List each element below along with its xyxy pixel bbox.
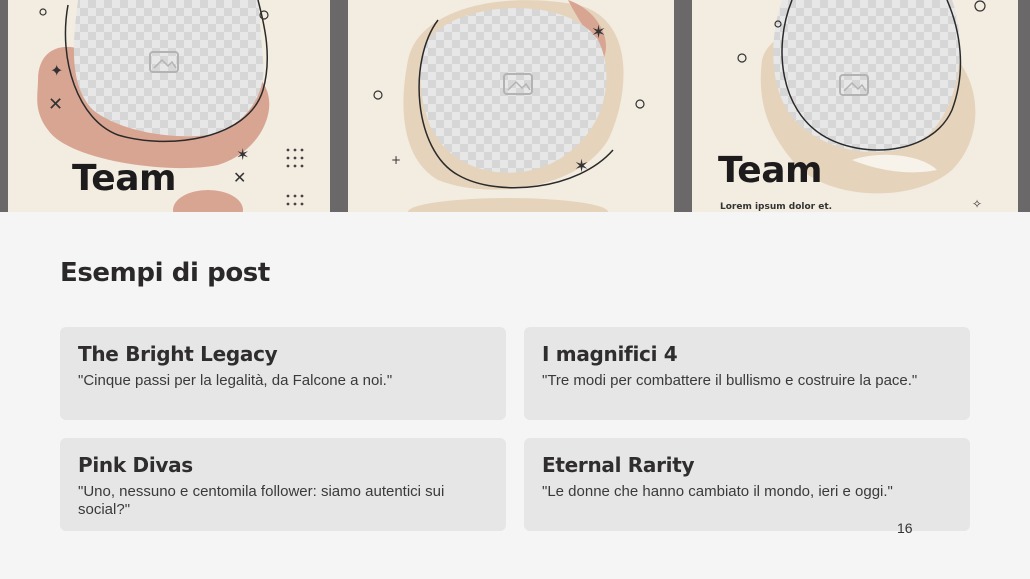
post-card-text: "Le donne che hanno cambiato il mondo, i… [542,483,893,500]
svg-text:✶: ✶ [574,156,589,177]
poster-3-subtitle: Lorem ipsum dolor et. [720,202,833,212]
svg-text:✶: ✶ [591,22,606,43]
svg-text:✧: ✧ [972,197,982,211]
hero-image-strip: ✦ ✕ ✶ ✕ Team ✶ ✶ + ✧ Team Lorem ipsum do… [0,0,1030,212]
post-card-text: "Uno, nessuno e centomila follower: siam… [78,483,445,518]
post-card-4: Eternal Rarity "Le donne che hanno cambi… [524,438,970,531]
post-card-1: The Bright Legacy "Cinque passi per la l… [60,327,506,420]
svg-text:+: + [391,153,401,167]
svg-text:✦: ✦ [50,61,63,80]
post-card-text: "Cinque passi per la legalità, da Falcon… [78,372,393,389]
poster-3: ✧ Team Lorem ipsum dolor et. [692,0,1018,212]
poster-2-artwork: ✶ ✶ + [373,0,645,212]
post-card-2: I magnifici 4 "Tre modi per combattere i… [524,327,970,420]
post-card-title: Pink Divas [78,453,193,477]
svg-text:✶: ✶ [236,145,249,164]
poster-1-title: Team [72,158,177,199]
post-card-text: "Tre modi per combattere il bullismo e c… [542,372,918,389]
poster-3-title: Team [718,150,823,191]
poster-1: ✦ ✕ ✶ ✕ Team [8,0,330,212]
poster-2: ✶ ✶ + [348,0,674,212]
svg-text:✕: ✕ [48,94,63,115]
page-number: 16 [897,520,913,536]
svg-text:✕: ✕ [233,168,246,187]
post-card-title: I magnifici 4 [542,342,678,366]
post-card-3: Pink Divas "Uno, nessuno e centomila fol… [60,438,506,531]
post-card-title: Eternal Rarity [542,453,695,477]
section-title: Esempi di post [60,258,270,288]
post-card-title: The Bright Legacy [78,342,278,366]
